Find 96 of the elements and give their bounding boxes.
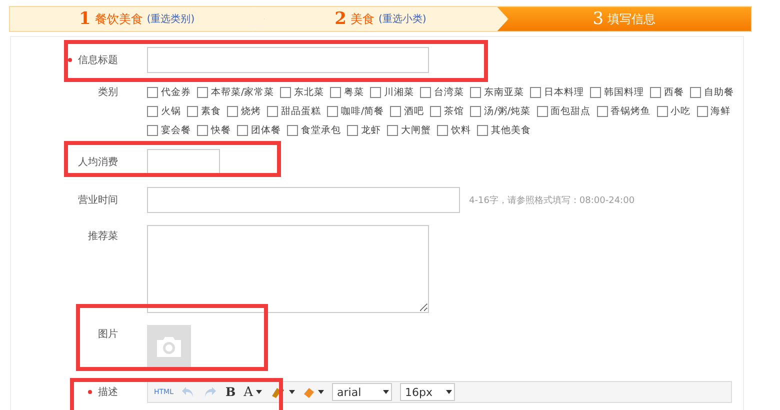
checkbox[interactable] — [370, 86, 382, 98]
caret-icon — [256, 390, 262, 394]
checkbox-label: 海鲜 — [710, 104, 731, 118]
checkbox-label: 宴会餐 — [161, 124, 191, 136]
caret-icon — [318, 390, 324, 394]
checkbox[interactable] — [536, 106, 548, 116]
step-number: 1 — [79, 9, 91, 29]
font-color-button[interactable]: A — [244, 384, 262, 400]
checkbox-label: 香锅烤鱼 — [610, 104, 651, 118]
step-number: 2 — [334, 9, 347, 29]
step-number: 3 — [592, 9, 604, 29]
checkbox[interactable] — [390, 106, 402, 116]
checkbox-label: 西餐 — [664, 86, 684, 98]
checkbox-label: 酒吧 — [404, 104, 424, 118]
checkbox[interactable] — [477, 124, 488, 136]
step-label: 填写信息 — [608, 10, 656, 28]
camera-icon — [155, 335, 183, 359]
checkbox[interactable] — [237, 124, 248, 136]
field-label: 类别 — [98, 86, 118, 99]
checkbox-label: 日本料理 — [544, 86, 584, 98]
caret-icon — [383, 390, 390, 394]
input-field[interactable] — [147, 47, 429, 73]
checkbox[interactable] — [590, 86, 602, 98]
image-upload-button[interactable] — [147, 325, 191, 369]
checkbox-label: 素食 — [201, 104, 221, 118]
checkbox[interactable] — [287, 124, 298, 136]
field-label: 营业时间 — [78, 194, 118, 207]
checkbox[interactable] — [470, 106, 482, 116]
step-label: 美食 — [350, 10, 375, 28]
checkbox-label: 东北菜 — [294, 86, 324, 98]
checkbox[interactable] — [430, 106, 442, 116]
checkbox-label: 韩国料理 — [604, 86, 644, 98]
checkbox-label: 甜品蛋糕 — [281, 104, 321, 118]
field-label: 图片 — [98, 328, 118, 341]
input-field[interactable] — [147, 187, 460, 213]
checkbox[interactable] — [197, 124, 208, 136]
checkbox-label: 东南亚菜 — [484, 86, 524, 98]
checkbox-label: 团体餐 — [251, 124, 281, 136]
checkbox-label: 大闸蟹 — [401, 124, 431, 136]
checkbox[interactable] — [147, 106, 158, 116]
checkbox-label: 茶馆 — [444, 104, 464, 118]
checkbox[interactable] — [656, 106, 668, 116]
hint-text: 4-16字，请参照格式填写：08:00-24:00 — [469, 194, 635, 206]
checkbox[interactable] — [420, 86, 432, 98]
checkbox[interactable] — [387, 124, 398, 136]
checkbox[interactable] — [280, 86, 292, 98]
bold-button[interactable]: B — [225, 385, 236, 399]
checkbox[interactable] — [347, 124, 358, 136]
eraser-button[interactable] — [303, 386, 324, 398]
checkbox-label: 烧烤 — [241, 104, 261, 118]
checkbox-label: 面包甜点 — [550, 104, 591, 118]
font-select[interactable]: arial — [332, 383, 392, 401]
field-label: 推荐菜 — [88, 230, 118, 243]
text-area[interactable] — [147, 225, 429, 313]
checkbox[interactable] — [696, 106, 708, 116]
checkbox-label: 龙虾 — [361, 124, 381, 136]
checkbox[interactable] — [650, 86, 662, 98]
checkbox-label: 本帮菜/家常菜 — [211, 86, 274, 98]
checkbox[interactable] — [147, 124, 158, 136]
checkbox[interactable] — [267, 106, 278, 116]
checkbox-label: 台湾菜 — [434, 86, 464, 98]
checkbox[interactable] — [330, 86, 342, 98]
checkbox-label: 饮料 — [451, 124, 471, 136]
reselect-link[interactable]: (重选类别) — [146, 12, 195, 26]
checkbox[interactable] — [327, 106, 338, 116]
checkbox[interactable] — [197, 86, 208, 98]
checkbox-label: 快餐 — [211, 124, 231, 136]
checkbox-label: 火锅 — [161, 104, 181, 118]
checkbox-label: 食堂承包 — [301, 124, 341, 136]
checkbox-label: 咖啡/简餐 — [341, 104, 384, 118]
checkbox-label: 其他美食 — [491, 124, 531, 136]
checkbox[interactable] — [187, 106, 198, 116]
caret-icon — [446, 390, 452, 394]
checkbox[interactable] — [690, 86, 702, 98]
size-select[interactable]: 16px — [400, 383, 456, 401]
checkbox[interactable] — [596, 106, 608, 116]
checkbox-label: 自助餐 — [704, 86, 734, 98]
step-label: 餐饮美食 — [94, 10, 143, 28]
reselect-link[interactable]: (重选小类) — [378, 12, 426, 26]
checkbox-label: 汤/粥/炖菜 — [484, 104, 531, 118]
checkbox[interactable] — [227, 106, 238, 116]
input-field[interactable] — [147, 149, 220, 175]
field-label: 人均消费 — [78, 156, 118, 169]
field-label: 描述 — [98, 386, 118, 399]
field-label: 信息标题 — [78, 54, 118, 67]
checkbox-label: 小吃 — [670, 104, 691, 118]
highlight-button[interactable] — [270, 386, 296, 398]
checkbox-label: 川湘菜 — [384, 86, 414, 98]
checkbox[interactable] — [437, 124, 448, 136]
checkbox[interactable] — [470, 86, 482, 98]
checkbox[interactable] — [530, 86, 542, 98]
caret-icon — [289, 390, 296, 394]
checkbox-label: 代金券 — [161, 86, 191, 98]
checkbox-label: 粤菜 — [344, 86, 364, 98]
eraser-icon — [303, 386, 316, 398]
checkbox[interactable] — [147, 86, 158, 98]
